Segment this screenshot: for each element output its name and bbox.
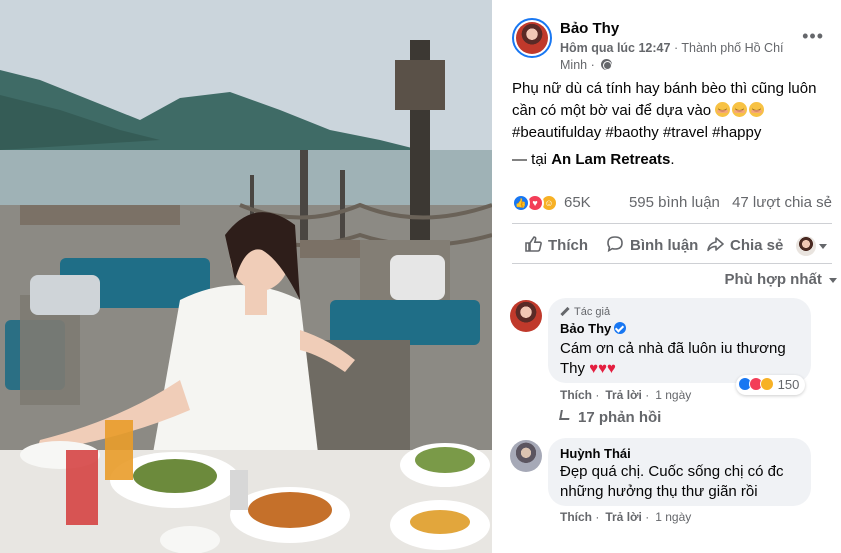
globe-icon[interactable] [601, 59, 613, 70]
chevron-down-icon [819, 243, 827, 249]
comment-author-avatar[interactable] [510, 440, 542, 472]
meta-separator-2: · [590, 58, 595, 72]
post-timestamp[interactable]: Hôm qua lúc 12:47 [560, 41, 670, 55]
comment-author-avatar[interactable] [510, 300, 542, 332]
author-badge: Tác giả [560, 306, 799, 318]
care-reaction-icon [760, 377, 774, 391]
smile-emoji-icon [749, 102, 765, 117]
photo-scene [0, 0, 492, 553]
share-label: Chia sẻ [730, 237, 784, 254]
like-reaction-icon: 👍 [512, 194, 530, 212]
comment-sort-dropdown[interactable]: Phù hợp nhất [724, 271, 837, 288]
smile-emoji-icon [732, 102, 748, 117]
current-user-avatar [796, 236, 816, 256]
post-photo[interactable] [0, 0, 492, 553]
share-arrow-icon [707, 237, 724, 252]
like-label: Thích [548, 237, 588, 254]
comment-reply-link[interactable]: Trả lời [605, 510, 642, 524]
comment-author-name[interactable]: Bảo Thy [560, 321, 611, 336]
checkin-prefix: — tại [512, 151, 548, 168]
checkin-line: — tại An Lam Retreats. [512, 149, 832, 171]
share-count-link[interactable]: 47 lượt chia sẻ [732, 194, 832, 211]
share-button[interactable]: Chia sẻ [706, 229, 783, 263]
author-name[interactable]: Bảo Thy [560, 20, 619, 37]
engagement-stats: 595 bình luận 47 lượt chia sẻ [621, 194, 832, 211]
comment-like-link[interactable]: Thích [560, 388, 592, 402]
post-meta: Hôm qua lúc 12:47 · Thành phố Hồ Chí Min… [560, 40, 800, 74]
comment-text: Cám ơn cả nhà đã luôn iu thương Thy ♥♥♥ [560, 339, 799, 379]
comment-icon [607, 236, 623, 253]
pen-icon [560, 306, 570, 317]
comment-count-link[interactable]: 595 bình luận [629, 194, 720, 211]
comment-reactions[interactable]: 150 [736, 375, 806, 395]
verified-badge-icon [614, 322, 627, 334]
thumbs-up-icon [525, 236, 542, 252]
replies-count: 17 phản hồi [578, 409, 662, 426]
comment-reply-link[interactable]: Trả lời [605, 388, 642, 402]
reply-arrow-icon [559, 410, 571, 420]
caption-hashtags[interactable]: #beautifulday #baothy #travel #happy [512, 122, 832, 144]
divider [512, 223, 832, 224]
comment-time[interactable]: 1 ngày [655, 388, 691, 402]
meta-dot: · [645, 388, 650, 402]
post-caption: Phụ nữ dù cá tính hay bánh bèo thì cũng … [512, 78, 832, 171]
meta-dot: · [595, 510, 600, 524]
like-button[interactable]: Thích [524, 229, 588, 263]
comment-meta: Thích · Trả lời · 1 ngày [560, 388, 697, 402]
meta-dot: · [645, 510, 650, 524]
chevron-down-icon [829, 277, 837, 283]
post-sidebar: Bảo Thy Hôm qua lúc 12:47 · Thành phố Hồ… [492, 0, 841, 553]
more-options-button[interactable]: ••• [802, 26, 824, 47]
checkin-suffix: . [670, 151, 675, 168]
comment-reaction-count: 150 [777, 377, 800, 392]
comment-time[interactable]: 1 ngày [655, 510, 691, 524]
comment-label: Bình luận [630, 237, 699, 254]
meta-dot: · [595, 388, 600, 402]
post-actions: Thích Bình luận Chia sẻ [512, 229, 832, 263]
comment-author-line: Bảo Thy [560, 320, 799, 338]
comment-button[interactable]: Bình luận [606, 229, 698, 263]
react-as-selector[interactable] [796, 236, 827, 256]
comment-meta: Thích · Trả lời · 1 ngày [560, 510, 697, 524]
heart-emoji-icons: ♥♥♥ [589, 360, 616, 377]
comment-author-name[interactable]: Huỳnh Thái [560, 446, 799, 461]
post-header: Bảo Thy Hôm qua lúc 12:47 · Thành phố Hồ… [512, 18, 832, 78]
author-avatar[interactable] [512, 18, 552, 58]
comment-like-link[interactable]: Thích [560, 510, 592, 524]
reactions-summary: 👍 ♥ ☺ 65K 595 bình luận 47 lượt chia sẻ [512, 192, 832, 214]
comment-bubble: Huỳnh Thái Đẹp quá chị. Cuốc sống chị có… [548, 438, 811, 506]
comment-text: Đẹp quá chị. Cuốc sống chị có đc những h… [560, 463, 784, 500]
comment-bubble: Tác giả Bảo Thy Cám ơn cả nhà đã luôn iu… [548, 298, 811, 383]
smile-emoji-icon [715, 102, 731, 117]
caption-text: Phụ nữ dù cá tính hay bánh bèo thì cũng … [512, 80, 817, 119]
meta-separator: · [673, 41, 679, 55]
author-badge-label: Tác giả [574, 306, 611, 318]
checkin-place-link[interactable]: An Lam Retreats [551, 151, 670, 168]
view-replies-link[interactable]: 17 phản hồi [559, 409, 662, 426]
caption-text-line: Phụ nữ dù cá tính hay bánh bèo thì cũng … [512, 78, 832, 122]
sort-label: Phù hợp nhất [724, 271, 822, 288]
reaction-count[interactable]: 65K [564, 194, 591, 211]
divider [512, 263, 832, 264]
